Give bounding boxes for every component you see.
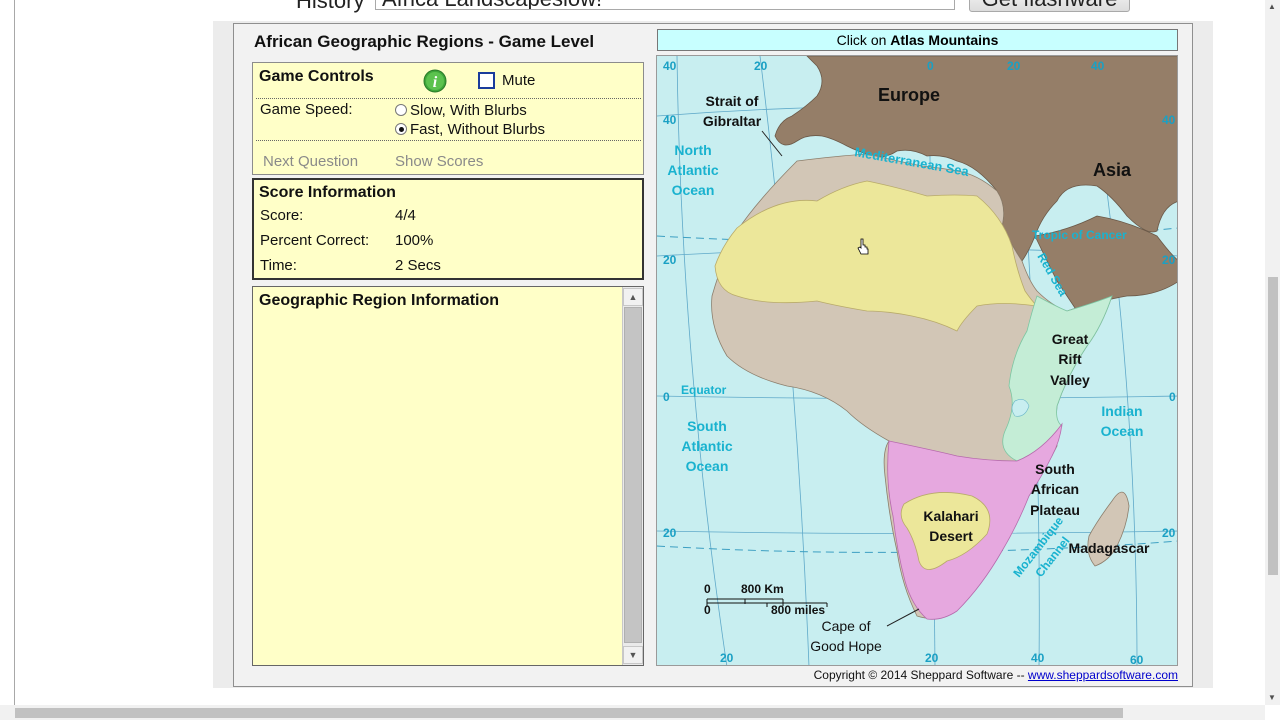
indian-ocean-line-1: Indian bbox=[1101, 403, 1142, 419]
north-atlantic-line-3: Ocean bbox=[672, 182, 715, 198]
africa-map[interactable]: 40 20 0 20 40 40 20 0 20 40 20 0 20 20 2… bbox=[656, 55, 1178, 666]
region-info-scrollbar[interactable]: ▲ ▼ bbox=[622, 287, 643, 665]
cape-line-2: Good Hope bbox=[810, 638, 882, 654]
south-atlantic-line-2: Atlantic bbox=[681, 438, 733, 454]
great-rift-line-1: Great bbox=[1052, 331, 1089, 347]
history-field[interactable]: Africa Landscapeslow! bbox=[375, 0, 955, 10]
percent-correct-label: Percent Correct: bbox=[260, 232, 370, 249]
asia-label: Asia bbox=[1093, 160, 1132, 180]
page-horizontal-scrollbar[interactable] bbox=[0, 705, 1265, 720]
region-info-panel bbox=[252, 286, 644, 666]
scale-km: 800 Km bbox=[741, 582, 784, 596]
question-prompt: Click on Atlas Mountains bbox=[657, 29, 1178, 51]
grid-right-4: 20 bbox=[1162, 526, 1176, 540]
page-vertical-scrollbar[interactable]: ▲ ▼ bbox=[1265, 0, 1280, 705]
scale-mi: 800 miles bbox=[771, 603, 825, 617]
percent-correct-value: 100% bbox=[395, 232, 434, 249]
next-question-button[interactable]: Next Question bbox=[263, 153, 358, 170]
kalahari-line-1: Kalahari bbox=[923, 508, 978, 524]
great-rift-line-3: Valley bbox=[1050, 372, 1090, 388]
mute-checkbox[interactable] bbox=[478, 72, 495, 89]
equator-label: Equator bbox=[681, 383, 727, 397]
game-title: African Geographic Regions - Game Level bbox=[254, 32, 595, 51]
scroll-up-button[interactable]: ▲ bbox=[623, 288, 643, 306]
plateau-line-2: African bbox=[1031, 481, 1079, 497]
prompt-target: Atlas Mountains bbox=[890, 32, 999, 48]
scroll-thumb[interactable] bbox=[624, 307, 642, 643]
score-label: Score: bbox=[260, 207, 304, 224]
grid-bottom-3: 40 bbox=[1031, 651, 1045, 665]
grid-top-5: 40 bbox=[1091, 59, 1105, 73]
plateau-line-3: Plateau bbox=[1030, 502, 1080, 518]
grid-bottom-1: 20 bbox=[720, 651, 734, 665]
madagascar-label: Madagascar bbox=[1069, 540, 1150, 556]
scroll-down-arrow-icon[interactable]: ▼ bbox=[1268, 693, 1276, 702]
grid-left-2: 20 bbox=[663, 253, 677, 267]
show-scores-button[interactable]: Show Scores bbox=[395, 153, 483, 170]
grid-left-4: 20 bbox=[663, 526, 677, 540]
region-info-heading: Geographic Region Information bbox=[259, 292, 500, 309]
strait-line-2: Gibraltar bbox=[703, 113, 762, 129]
grid-right-2: 20 bbox=[1162, 253, 1176, 267]
history-label: History bbox=[296, 0, 365, 13]
grid-top-3: 0 bbox=[927, 59, 934, 73]
copyright-footer: Copyright © 2014 Sheppard Software -- ww… bbox=[700, 668, 1178, 682]
tropic-cancer-label: Tropic of Cancer bbox=[1032, 228, 1127, 242]
great-rift-line-2: Rift bbox=[1058, 351, 1082, 367]
indian-ocean-line-2: Ocean bbox=[1101, 423, 1144, 439]
south-atlantic-line-3: Ocean bbox=[686, 458, 729, 474]
grid-bottom-2: 20 bbox=[925, 651, 939, 665]
grid-top-2: 20 bbox=[754, 59, 768, 73]
get-flashware-button[interactable]: Get flashware bbox=[969, 0, 1130, 12]
kalahari-line-2: Desert bbox=[929, 528, 973, 544]
page-horizontal-thumb[interactable] bbox=[15, 708, 1123, 718]
copyright-text: Copyright © 2014 Sheppard Software -- bbox=[813, 668, 1028, 682]
sheppard-link[interactable]: www.sheppardsoftware.com bbox=[1028, 668, 1178, 682]
game-speed-label: Game Speed: bbox=[260, 101, 353, 118]
grid-top-4: 20 bbox=[1007, 59, 1021, 73]
scale-km-zero: 0 bbox=[704, 582, 711, 596]
cape-line-1: Cape of bbox=[821, 618, 870, 634]
grid-right-1: 40 bbox=[1162, 113, 1176, 127]
grid-top-1: 40 bbox=[663, 59, 677, 73]
page-vertical-thumb[interactable] bbox=[1268, 277, 1278, 575]
scale-mi-zero: 0 bbox=[704, 603, 711, 617]
grid-bottom-4: 60 bbox=[1130, 653, 1144, 666]
time-label: Time: bbox=[260, 257, 297, 274]
score-heading: Score Information bbox=[259, 184, 396, 201]
grid-left-1: 40 bbox=[663, 113, 677, 127]
europe-label: Europe bbox=[878, 85, 940, 105]
speed-fast-label[interactable]: Fast, Without Blurbs bbox=[410, 121, 545, 138]
south-atlantic-line-1: South bbox=[687, 418, 727, 434]
scroll-up-arrow-icon[interactable]: ▲ bbox=[1268, 2, 1276, 11]
north-atlantic-line-1: North bbox=[674, 142, 711, 158]
svg-text:i: i bbox=[433, 74, 438, 91]
score-value: 4/4 bbox=[395, 207, 416, 224]
speed-slow-label[interactable]: Slow, With Blurbs bbox=[410, 102, 527, 119]
time-value: 2 Secs bbox=[395, 257, 441, 274]
mute-label: Mute bbox=[502, 72, 536, 89]
info-icon[interactable]: i bbox=[423, 69, 447, 93]
strait-line-1: Strait of bbox=[706, 93, 759, 109]
page-left-rule bbox=[14, 0, 15, 705]
prompt-prefix: Click on bbox=[836, 32, 891, 48]
scroll-down-button[interactable]: ▼ bbox=[623, 646, 643, 664]
grid-right-3: 0 bbox=[1169, 390, 1176, 404]
speed-fast-radio[interactable] bbox=[395, 123, 407, 135]
speed-slow-radio[interactable] bbox=[395, 104, 407, 116]
plateau-line-1: South bbox=[1035, 461, 1075, 477]
grid-left-3: 0 bbox=[663, 390, 670, 404]
north-atlantic-line-2: Atlantic bbox=[667, 162, 719, 178]
game-controls-heading: Game Controls bbox=[259, 68, 374, 85]
